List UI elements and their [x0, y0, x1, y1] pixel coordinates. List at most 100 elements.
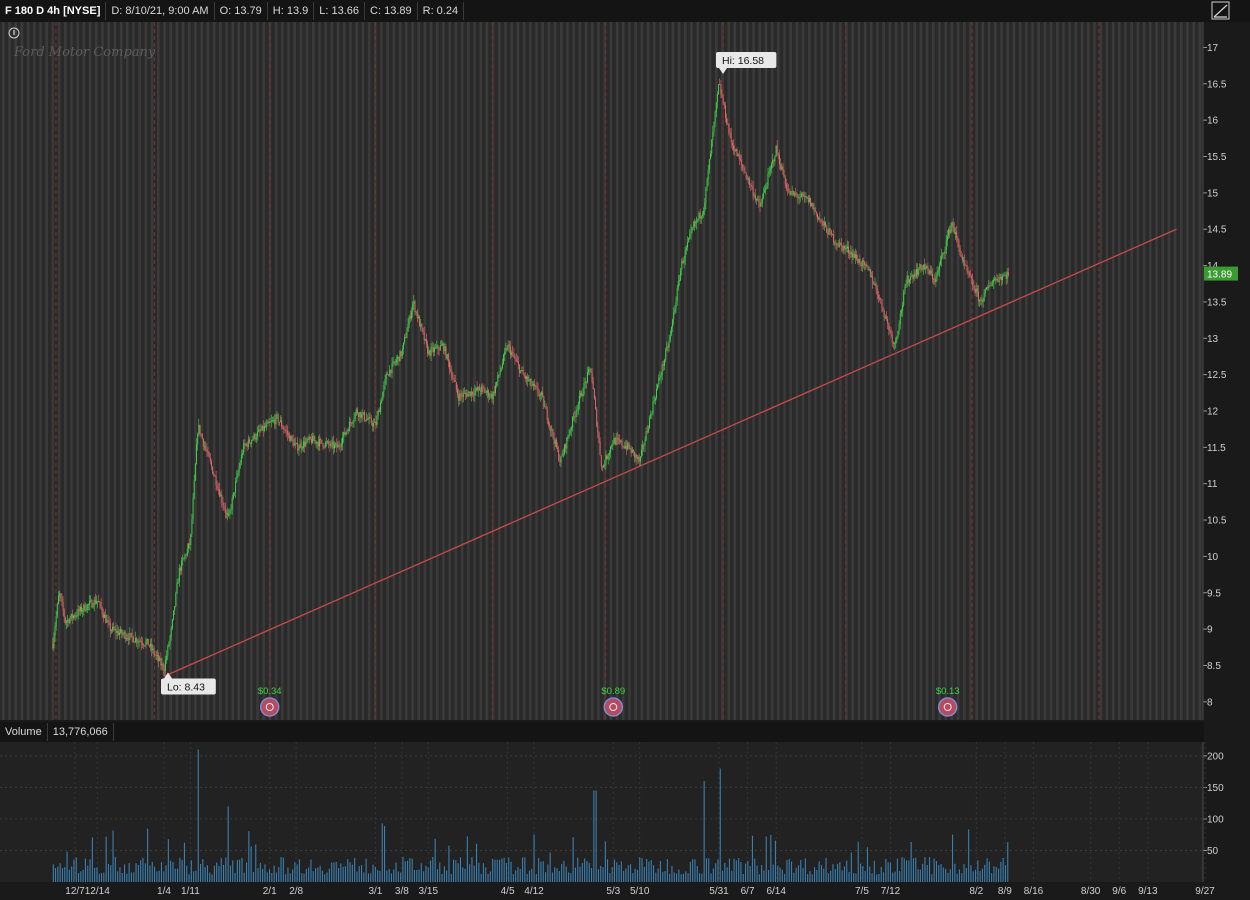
candle-body: [160, 658, 162, 666]
volume-bar: [545, 872, 547, 882]
candle-body: [994, 278, 996, 280]
volume-bar: [262, 868, 264, 882]
candle-body: [66, 621, 67, 623]
session-band: [361, 22, 365, 720]
volume-bar: [285, 874, 287, 882]
volume-bar: [666, 859, 668, 882]
candle-body: [221, 494, 223, 503]
volume-bar: [715, 863, 717, 882]
candle-body: [478, 387, 480, 391]
price-chart[interactable]: Ford Motor Company88.599.51010.51111.512…: [0, 0, 1250, 722]
session-band: [504, 22, 507, 720]
candle-body: [807, 196, 809, 202]
session-band: [293, 22, 296, 720]
volume-bar: [167, 839, 169, 882]
candle-body: [607, 455, 609, 459]
candle-body: [943, 252, 945, 254]
candle-body: [811, 203, 813, 207]
candle-body: [780, 164, 782, 170]
volume-bar: [949, 869, 951, 882]
candle-body: [565, 444, 567, 449]
candle-body: [762, 192, 764, 198]
candle-body: [756, 199, 757, 201]
candle-body: [965, 265, 967, 266]
volume-bar: [655, 872, 657, 882]
candle-body: [183, 557, 185, 560]
volume-bar: [889, 862, 891, 882]
candle-body: [860, 264, 862, 267]
candle-body: [454, 379, 456, 383]
session-band: [14, 22, 17, 720]
candle-body: [674, 308, 676, 313]
candle-body: [882, 307, 884, 312]
candle-body: [986, 287, 987, 290]
candle-body: [461, 395, 463, 397]
date-tick-label: 7/12: [881, 886, 901, 897]
candle-body: [314, 440, 316, 442]
volume-bar: [620, 861, 622, 882]
volume-bar: [234, 872, 236, 882]
volume-chart[interactable]: 5010015020012/7 12/14 1/4 1/11 2/1 2/8 3/1 3/8 3…: [0, 742, 1250, 900]
candle-body: [101, 608, 103, 614]
session-band: [950, 22, 954, 720]
date-tick-label: 7/5: [855, 886, 869, 897]
candle-body: [627, 442, 629, 450]
volume-bar: [549, 852, 551, 882]
candle-body: [443, 343, 445, 351]
session-band: [206, 22, 210, 720]
session-band: [392, 22, 396, 720]
candle-body: [848, 246, 849, 253]
volume-bar: [257, 868, 259, 882]
candle-body: [337, 445, 339, 448]
volume-bar: [64, 867, 66, 882]
volume-bar: [190, 860, 192, 882]
candle-body: [257, 431, 258, 438]
volume-bar: [912, 858, 914, 882]
candle-body: [599, 441, 601, 456]
price-axis: 88.599.51010.51111.51212.51313.51414.515…: [1203, 43, 1227, 708]
volume-bar: [926, 865, 928, 882]
volume-bar: [963, 864, 965, 882]
candle-body: [63, 610, 65, 618]
candle-body: [524, 376, 526, 379]
candle-body: [636, 455, 638, 459]
candle-body: [938, 264, 940, 271]
candle: [590, 368, 592, 374]
candle-body: [339, 446, 341, 448]
volume-bar: [89, 859, 91, 882]
session-band: [857, 22, 861, 720]
candle-body: [804, 196, 806, 197]
candle-body: [436, 345, 438, 348]
session-band: [1192, 22, 1195, 720]
candle-body: [831, 234, 833, 236]
volume-bar: [209, 872, 211, 882]
candle-body: [396, 359, 398, 363]
volume-bar: [634, 868, 636, 882]
volume-bar: [848, 871, 850, 882]
price-tick-label: 10.5: [1207, 516, 1227, 527]
candle-body: [621, 440, 623, 446]
candle-body: [408, 316, 410, 325]
volume-bar: [206, 865, 208, 882]
candle-body: [792, 190, 794, 195]
volume-bar: [611, 867, 613, 882]
volume-bar: [75, 857, 77, 882]
candle-body: [69, 618, 71, 624]
candle-body: [779, 155, 780, 165]
candle-body: [159, 658, 161, 661]
session-band: [8, 22, 11, 720]
volume-bar: [130, 872, 132, 882]
volume-bar: [749, 866, 751, 882]
volume-bar: [795, 867, 797, 882]
candle-body: [154, 654, 156, 656]
candle-body: [909, 280, 910, 283]
volume-value: 13,776,066: [48, 723, 114, 741]
session-band: [1130, 22, 1133, 720]
price-tick-label: 9.5: [1207, 588, 1221, 599]
candle-body: [232, 492, 234, 499]
volume-bar: [797, 865, 799, 882]
candle-body: [721, 94, 723, 97]
candle-body: [815, 211, 817, 214]
session-band: [1099, 22, 1102, 720]
candle-body: [60, 593, 62, 598]
